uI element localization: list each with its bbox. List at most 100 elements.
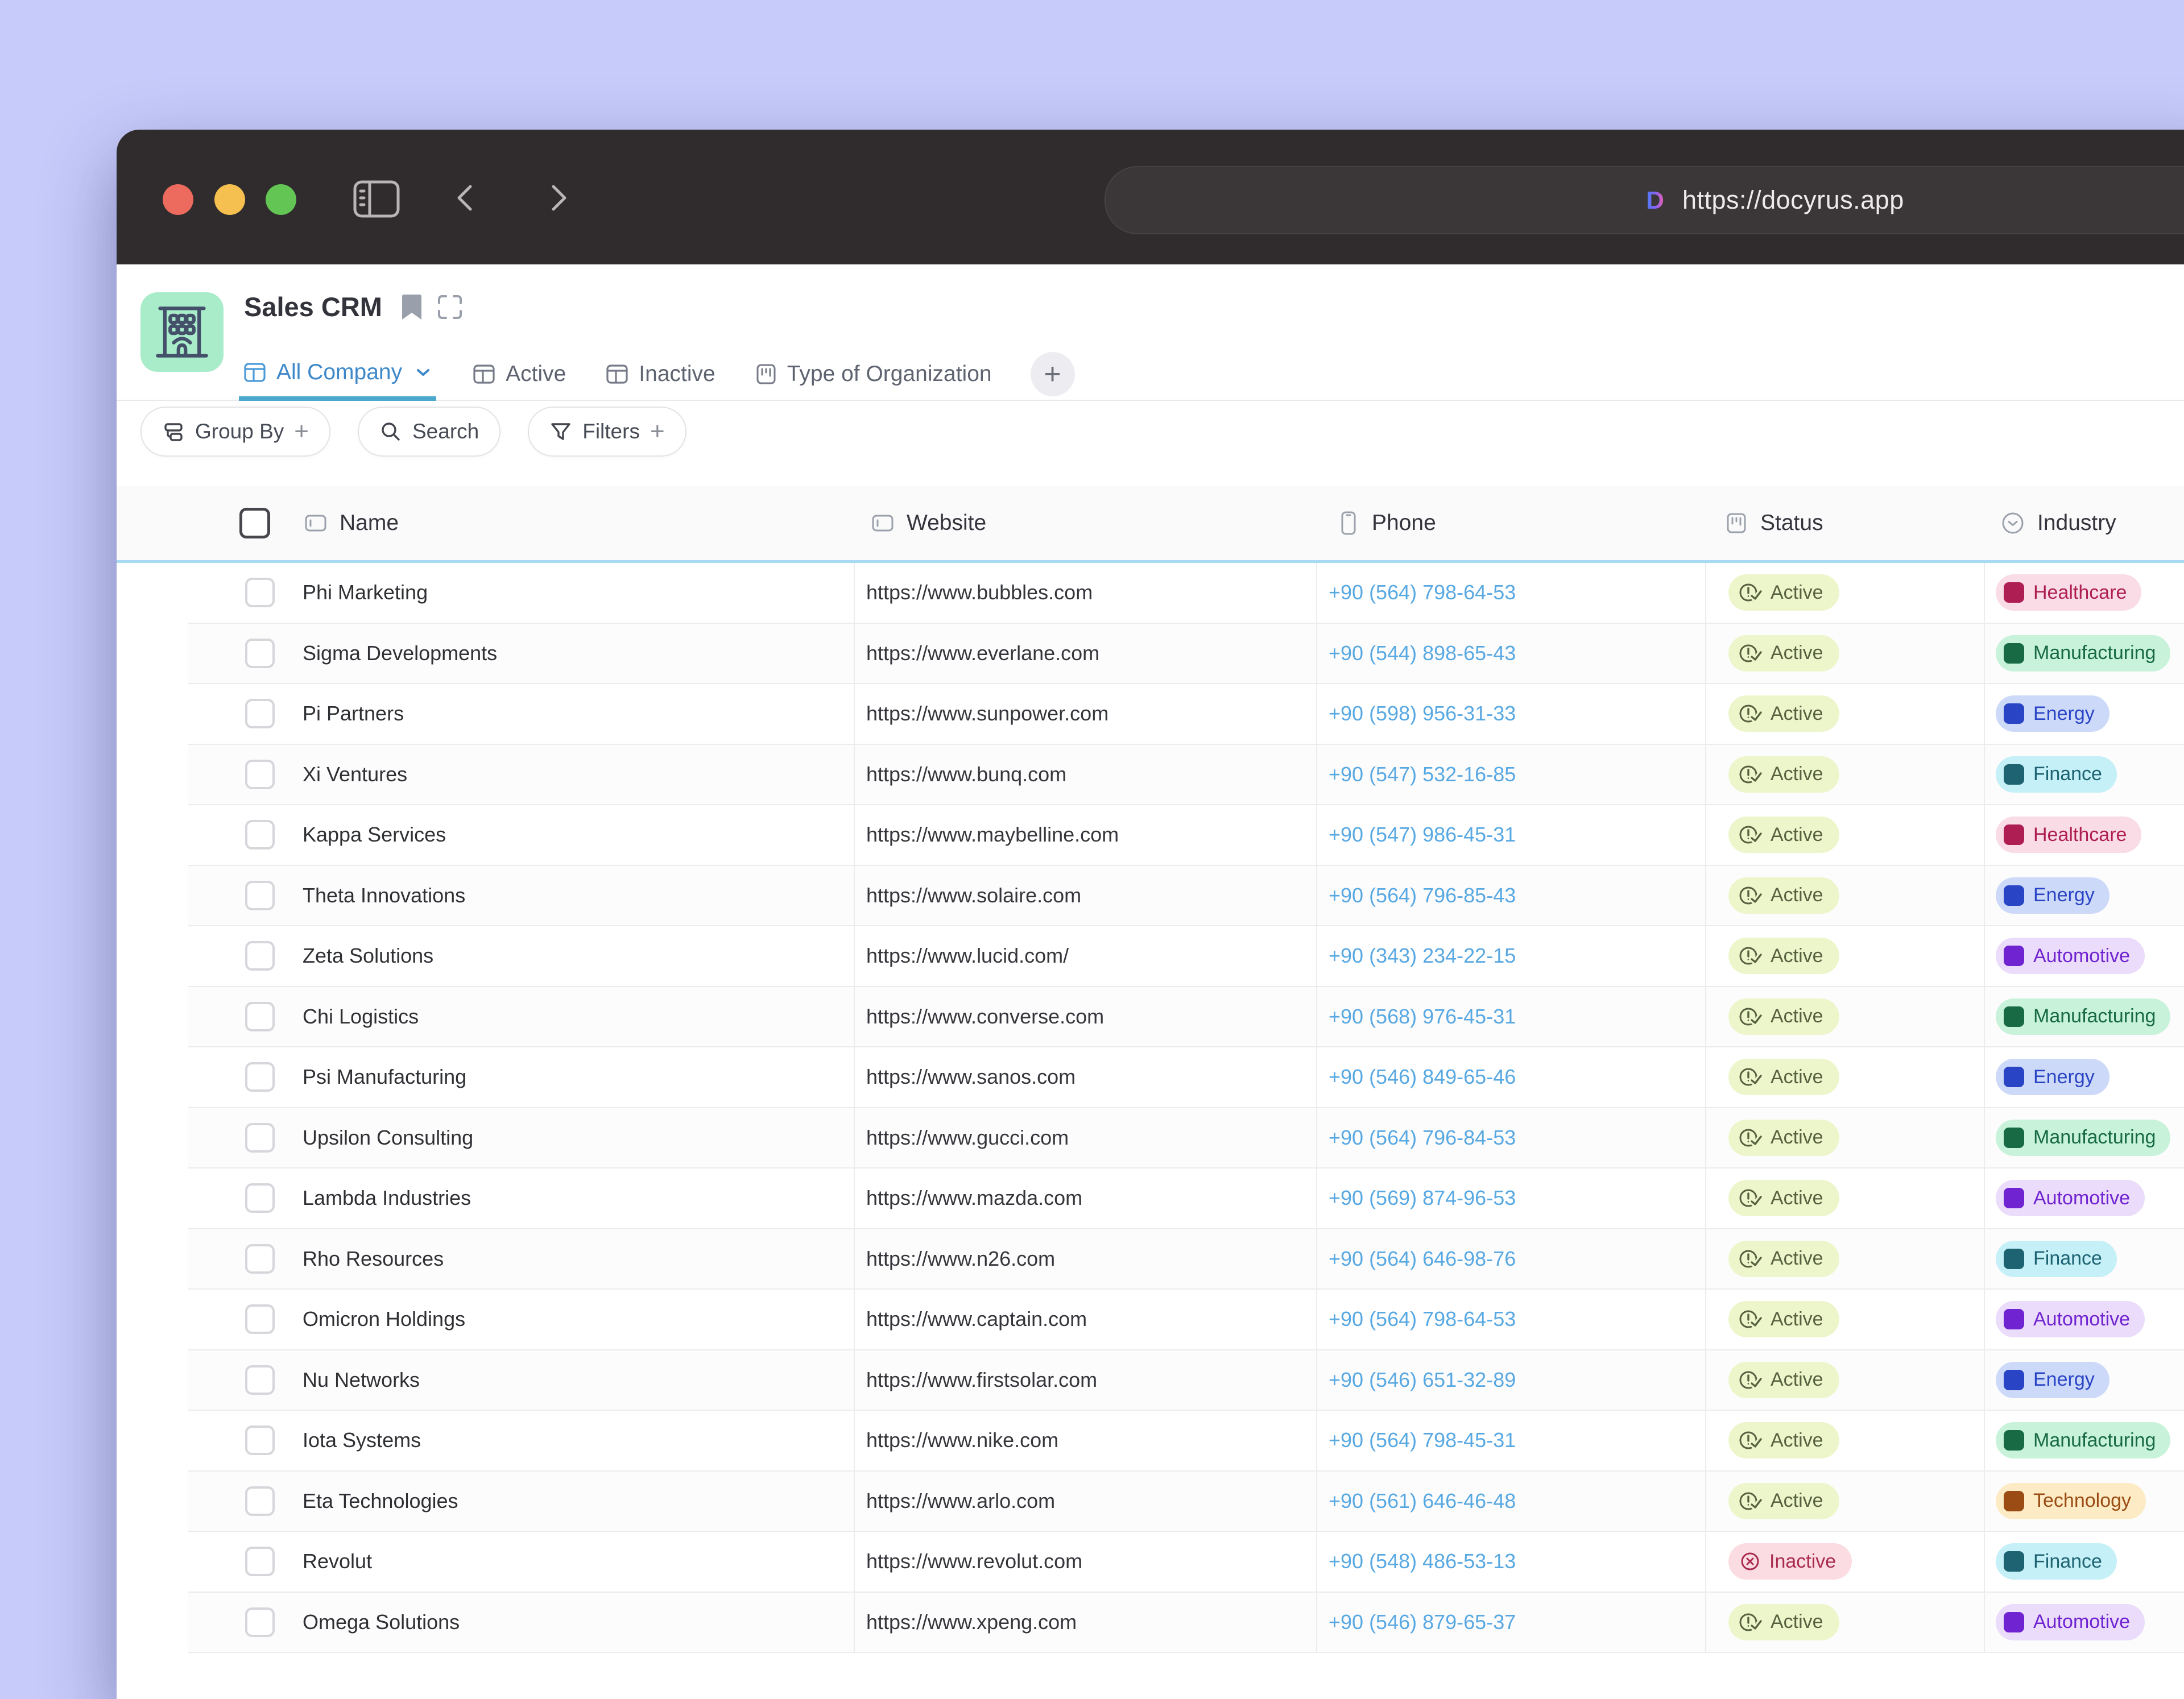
bookmark-icon[interactable]: [402, 293, 422, 321]
phone-column-icon: [1337, 511, 1360, 536]
industry-label: Finance: [2033, 1550, 2102, 1572]
company-phone-link[interactable]: +90 (546) 849-65-46: [1329, 1065, 1516, 1089]
row-checkbox[interactable]: [245, 1001, 275, 1031]
select-all-checkbox[interactable]: [239, 508, 270, 538]
table-row[interactable]: Pi Partners https://www.sunpower.com +90…: [188, 684, 2184, 745]
company-phone-link[interactable]: +90 (544) 898-65-43: [1329, 641, 1516, 665]
group-by-icon: [162, 420, 185, 443]
row-checkbox[interactable]: [245, 941, 275, 971]
company-phone-link[interactable]: +90 (568) 976-45-31: [1329, 1005, 1516, 1029]
table-row[interactable]: Lambda Industries https://www.mazda.com …: [188, 1168, 2184, 1229]
table-row[interactable]: Eta Technologies https://www.arlo.com +9…: [188, 1471, 2184, 1532]
row-checkbox[interactable]: [245, 638, 275, 668]
fullscreen-icon[interactable]: [437, 294, 463, 320]
tab-all-company[interactable]: All Company: [239, 348, 437, 401]
company-phone-link[interactable]: +90 (546) 879-65-37: [1329, 1610, 1516, 1634]
table-row[interactable]: Revolut https://www.revolut.com +90 (548…: [188, 1532, 2184, 1593]
company-website: https://www.captain.com: [866, 1307, 1087, 1331]
tab-type-of-organization[interactable]: Type of Organization: [751, 348, 995, 400]
row-checkbox[interactable]: [245, 1425, 275, 1456]
row-checkbox[interactable]: [245, 1183, 275, 1213]
table-row[interactable]: Upsilon Consulting https://www.gucci.com…: [188, 1108, 2184, 1168]
filters-button[interactable]: Filters +: [528, 407, 686, 457]
table-row[interactable]: Rho Resources https://www.n26.com +90 (5…: [188, 1229, 2184, 1290]
company-phone-link[interactable]: +90 (561) 646-46-48: [1329, 1489, 1516, 1513]
row-checkbox[interactable]: [245, 759, 275, 789]
row-checkbox[interactable]: [245, 1607, 275, 1637]
table-row[interactable]: Sigma Developments https://www.everlane.…: [188, 623, 2184, 684]
row-checkbox[interactable]: [245, 1486, 275, 1516]
company-phone-link[interactable]: +90 (564) 798-64-53: [1329, 1307, 1516, 1331]
row-checkbox[interactable]: [245, 578, 275, 608]
table-row[interactable]: Kappa Services https://www.maybelline.co…: [188, 805, 2184, 866]
table-row[interactable]: Xi Ventures https://www.bunq.com +90 (54…: [188, 744, 2184, 805]
industry-color-chip: [2004, 764, 2024, 785]
row-checkbox[interactable]: [245, 1365, 275, 1395]
tab-label: All Company: [276, 359, 403, 384]
table-row[interactable]: Psi Manufacturing https://www.sanos.com …: [188, 1047, 2184, 1108]
company-phone-link[interactable]: +90 (569) 874-96-53: [1329, 1186, 1516, 1210]
status-label: Active: [1771, 1369, 1823, 1391]
company-phone-link[interactable]: +90 (564) 796-85-43: [1329, 884, 1516, 907]
company-phone-link[interactable]: +90 (564) 646-98-76: [1329, 1247, 1516, 1271]
status-label: Inactive: [1769, 1550, 1836, 1572]
filter-icon: [549, 420, 572, 443]
industry-label: Energy: [2033, 702, 2095, 724]
group-by-button[interactable]: Group By +: [140, 407, 330, 457]
company-phone-link[interactable]: +90 (548) 486-53-13: [1329, 1549, 1516, 1573]
row-checkbox[interactable]: [245, 1122, 275, 1153]
sidebar-toggle-icon[interactable]: [353, 180, 400, 221]
table-row[interactable]: Phi Marketing https://www.bubbles.com +9…: [188, 563, 2184, 624]
industry-color-chip: [2004, 1490, 2024, 1511]
column-header-website[interactable]: Website: [907, 511, 986, 536]
status-label: Active: [1771, 884, 1823, 906]
company-phone-link[interactable]: +90 (564) 798-64-53: [1329, 581, 1516, 604]
add-view-button[interactable]: +: [1030, 351, 1075, 396]
company-phone-link[interactable]: +90 (598) 956-31-33: [1329, 702, 1516, 726]
company-phone-link[interactable]: +90 (343) 234-22-15: [1329, 944, 1516, 968]
row-checkbox[interactable]: [245, 1547, 275, 1577]
row-checkbox[interactable]: [245, 1244, 275, 1274]
industry-label: Finance: [2033, 1248, 2102, 1270]
company-phone-link[interactable]: +90 (547) 532-16-85: [1329, 763, 1516, 786]
table-row[interactable]: Omicron Holdings https://www.captain.com…: [188, 1290, 2184, 1350]
close-window-button[interactable]: [163, 184, 193, 215]
forward-icon[interactable]: [544, 182, 573, 217]
industry-badge: Manufacturing: [1996, 998, 2171, 1035]
company-phone-link[interactable]: +90 (546) 651-32-89: [1329, 1368, 1516, 1392]
column-header-status[interactable]: Status: [1760, 511, 1823, 536]
row-checkbox[interactable]: [245, 699, 275, 729]
address-bar[interactable]: D https://docyrus.app: [1105, 166, 2184, 234]
row-checkbox[interactable]: [245, 880, 275, 910]
company-name: Upsilon Consulting: [303, 1125, 474, 1149]
column-header-name[interactable]: Name: [340, 511, 399, 536]
industry-label: Healthcare: [2033, 581, 2127, 603]
company-phone-link[interactable]: +90 (564) 798-45-31: [1329, 1428, 1516, 1452]
table-row[interactable]: Chi Logistics https://www.converse.com +…: [188, 987, 2184, 1047]
minimize-window-button[interactable]: [214, 184, 245, 215]
company-phone-link[interactable]: +90 (547) 986-45-31: [1329, 823, 1516, 847]
column-header-industry[interactable]: Industry: [2037, 511, 2116, 536]
table-row[interactable]: Iota Systems https://www.nike.com +90 (5…: [188, 1411, 2184, 1472]
industry-badge: Healthcare: [1996, 574, 2142, 611]
tab-label: Type of Organization: [787, 361, 992, 386]
table-row[interactable]: Nu Networks https://www.firstsolar.com +…: [188, 1350, 2184, 1411]
tab-active[interactable]: Active: [468, 348, 569, 400]
table-row[interactable]: Zeta Solutions https://www.lucid.com/ +9…: [188, 926, 2184, 987]
search-button[interactable]: Search: [358, 407, 501, 457]
tab-inactive[interactable]: Inactive: [601, 348, 718, 400]
row-checkbox[interactable]: [245, 820, 275, 850]
company-name: Psi Manufacturing: [303, 1065, 467, 1089]
table-row[interactable]: Theta Innovations https://www.solaire.co…: [188, 865, 2184, 926]
zoom-window-button[interactable]: [266, 184, 296, 215]
column-header-phone[interactable]: Phone: [1372, 511, 1436, 536]
table-row[interactable]: Omega Solutions https://www.xpeng.com +9…: [188, 1592, 2184, 1653]
status-badge: Active: [1728, 756, 1839, 793]
page-title: Sales CRM: [244, 292, 382, 322]
industry-label: Energy: [2033, 884, 2095, 906]
back-icon[interactable]: [451, 182, 479, 217]
status-label: Active: [1771, 702, 1823, 724]
row-checkbox[interactable]: [245, 1304, 275, 1335]
company-phone-link[interactable]: +90 (564) 796-84-53: [1329, 1126, 1516, 1150]
row-checkbox[interactable]: [245, 1062, 275, 1092]
